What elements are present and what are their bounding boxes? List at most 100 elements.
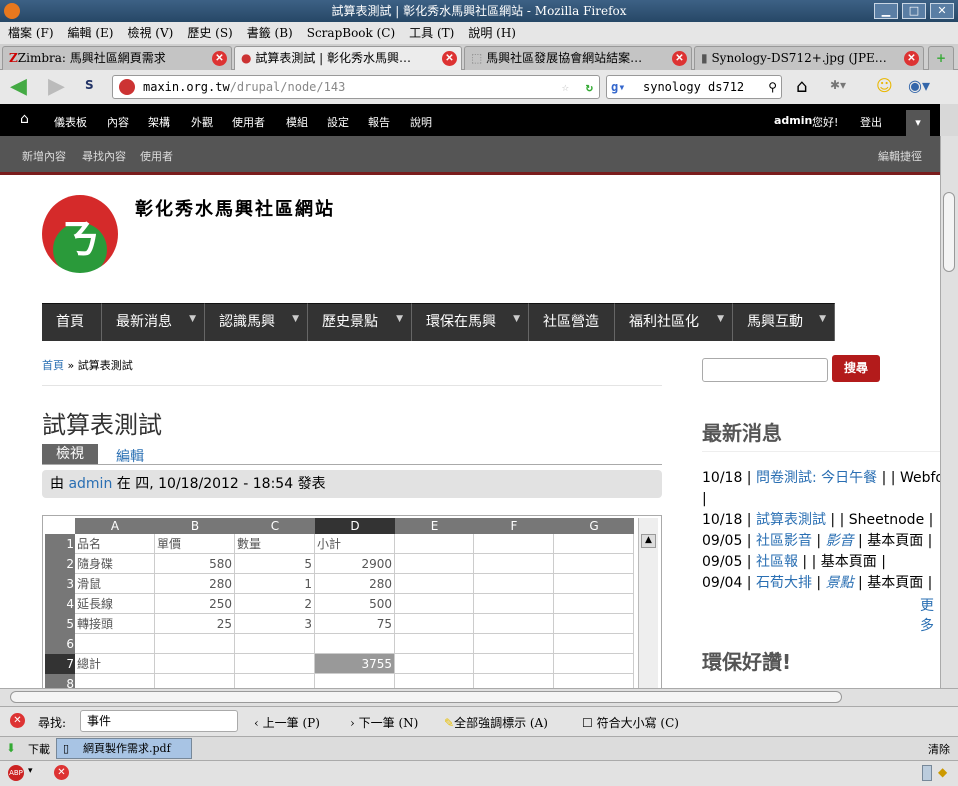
extension-icon[interactable]: ✱▾ <box>830 78 846 92</box>
tab-view[interactable]: 檢視 <box>42 444 98 464</box>
search-button[interactable]: 搜尋 <box>832 355 880 382</box>
globe-icon[interactable]: ◉▾ <box>908 76 930 95</box>
row-header[interactable]: 2 <box>45 554 75 574</box>
admin-dashboard[interactable]: 儀表板 <box>54 114 87 130</box>
sheet-cell[interactable] <box>474 654 554 674</box>
row-header[interactable]: 7 <box>45 654 75 674</box>
scrollbar-thumb[interactable] <box>10 691 842 703</box>
forward-icon[interactable]: ▶ <box>48 74 65 99</box>
find-next-button[interactable]: › 下一筆 (N) <box>350 714 418 731</box>
sheet-cell[interactable] <box>395 614 474 634</box>
row-header[interactable]: 4 <box>45 594 75 614</box>
sheet-cell[interactable] <box>155 634 235 654</box>
main-menu-history[interactable]: 歷史景點 ▼ <box>308 303 412 341</box>
row-header[interactable]: 6 <box>45 634 75 654</box>
sheet-cell[interactable] <box>75 674 155 688</box>
sheet-cell[interactable]: 小計 <box>315 534 395 554</box>
shortcut-add-content[interactable]: 新增內容 <box>22 148 66 164</box>
main-menu-eco[interactable]: 環保在馬興 ▼ <box>412 303 529 341</box>
sheet-cell[interactable]: 品名 <box>75 534 155 554</box>
find-input[interactable]: 事件 <box>80 710 238 732</box>
sheet-cell[interactable] <box>554 534 634 554</box>
search-input[interactable] <box>702 358 828 382</box>
match-case-checkbox[interactable]: ☐ 符合大小寫 (C) <box>582 714 679 731</box>
sheet-cell[interactable] <box>315 634 395 654</box>
sheet-cell[interactable]: 3755 <box>315 654 395 674</box>
sheet-cell[interactable]: 580 <box>155 554 235 574</box>
main-menu-news[interactable]: 最新消息 ▼ <box>102 303 205 341</box>
sheet-cell[interactable] <box>395 634 474 654</box>
sheet-cell[interactable]: 單價 <box>155 534 235 554</box>
tab-zimbra[interactable]: ZZimbra: 馬興社區網頁需求 ✕ <box>2 46 232 70</box>
sheet-cell[interactable]: 75 <box>315 614 395 634</box>
adblock-dropdown-icon[interactable]: ▾ <box>28 766 33 776</box>
sheet-cell[interactable] <box>554 654 634 674</box>
sheet-scrollbar[interactable]: ▲ <box>638 518 658 688</box>
menu-help[interactable]: 說明 (H) <box>468 22 516 44</box>
admin-reports[interactable]: 報告 <box>368 114 390 130</box>
tab-edit[interactable]: 編輯 <box>116 446 144 466</box>
column-header-a[interactable]: A <box>75 518 155 534</box>
sheet-cell[interactable] <box>474 554 554 574</box>
sheet-cell[interactable] <box>75 634 155 654</box>
sheet-cell[interactable] <box>474 534 554 554</box>
google-icon[interactable]: g▾ <box>611 76 625 98</box>
sheet-cell[interactable] <box>235 674 315 688</box>
horizontal-scrollbar[interactable] <box>0 688 958 706</box>
news-link[interactable]: 試算表測試 <box>756 512 826 528</box>
column-header-d[interactable]: D <box>315 518 395 534</box>
menu-history[interactable]: 歷史 (S) <box>187 22 232 44</box>
minimize-button[interactable]: ▁ <box>874 3 898 19</box>
sheet-cell[interactable]: 5 <box>235 554 315 574</box>
sheet-cell[interactable]: 2900 <box>315 554 395 574</box>
news-tag-link[interactable]: 景點 <box>826 575 854 591</box>
menu-edit[interactable]: 編輯 (E) <box>68 22 114 44</box>
shortcuts-toggle-button[interactable]: ▾ <box>906 110 930 136</box>
sheet-cell[interactable] <box>474 594 554 614</box>
news-link[interactable]: 社區報 <box>756 554 798 570</box>
sheet-cell[interactable] <box>554 594 634 614</box>
site-logo[interactable]: ㄋ <box>42 195 118 273</box>
maximize-button[interactable]: □ <box>902 3 926 19</box>
column-header-g[interactable]: G <box>554 518 634 534</box>
sync-icon[interactable]: S <box>85 78 94 92</box>
admin-modules[interactable]: 模組 <box>286 114 308 130</box>
sheet-cell[interactable]: 25 <box>155 614 235 634</box>
author-link[interactable]: admin <box>68 476 112 492</box>
spreadsheet[interactable]: A B C D E F G ▲ 1 品名 單價 數量 小計 2 隨身碟 580 5 2900 3 滑鼠 280 1 280 4… <box>42 515 662 688</box>
sheet-cell[interactable] <box>395 594 474 614</box>
sheet-cell[interactable] <box>315 674 395 688</box>
sheet-cell[interactable] <box>155 654 235 674</box>
search-bar[interactable]: g▾ synology ds712 ⚲ <box>606 75 782 99</box>
vertical-scrollbar[interactable] <box>940 136 958 688</box>
sheet-cell[interactable] <box>474 574 554 594</box>
close-find-icon[interactable]: ✕ <box>10 713 25 728</box>
sheet-cell[interactable]: 2 <box>235 594 315 614</box>
sheet-cell[interactable]: 轉接頭 <box>75 614 155 634</box>
close-window-button[interactable]: ✕ <box>930 3 954 19</box>
column-header-f[interactable]: F <box>474 518 554 534</box>
menu-tools[interactable]: 工具 (T) <box>409 22 454 44</box>
sheet-cell[interactable] <box>395 554 474 574</box>
close-tab-icon[interactable]: ✕ <box>904 51 919 66</box>
sheet-cell[interactable] <box>395 534 474 554</box>
row-header[interactable]: 3 <box>45 574 75 594</box>
sheet-cell[interactable] <box>395 574 474 594</box>
main-menu-about[interactable]: 認識馬興 ▼ <box>205 303 308 341</box>
admin-content[interactable]: 內容 <box>107 114 129 130</box>
home-icon[interactable]: ⌂ <box>796 76 807 97</box>
news-tag-link[interactable]: 影音 <box>826 533 854 549</box>
sheet-cell[interactable] <box>554 634 634 654</box>
close-tab-icon[interactable]: ✕ <box>212 51 227 66</box>
shortcut-people[interactable]: 使用者 <box>140 148 173 164</box>
find-prev-button[interactable]: ‹ 上一筆 (P) <box>254 714 320 731</box>
news-link[interactable]: 石荀大排 <box>756 575 812 591</box>
sheet-cell[interactable] <box>474 674 554 688</box>
home-icon[interactable]: ⌂ <box>20 111 29 127</box>
admin-appearance[interactable]: 外觀 <box>191 114 213 130</box>
menu-bookmarks[interactable]: 書籤 (B) <box>247 22 293 44</box>
row-header[interactable]: 5 <box>45 614 75 634</box>
clear-downloads-button[interactable]: 清除 <box>928 741 950 757</box>
admin-help[interactable]: 說明 <box>410 114 432 130</box>
sheet-cell[interactable]: 500 <box>315 594 395 614</box>
